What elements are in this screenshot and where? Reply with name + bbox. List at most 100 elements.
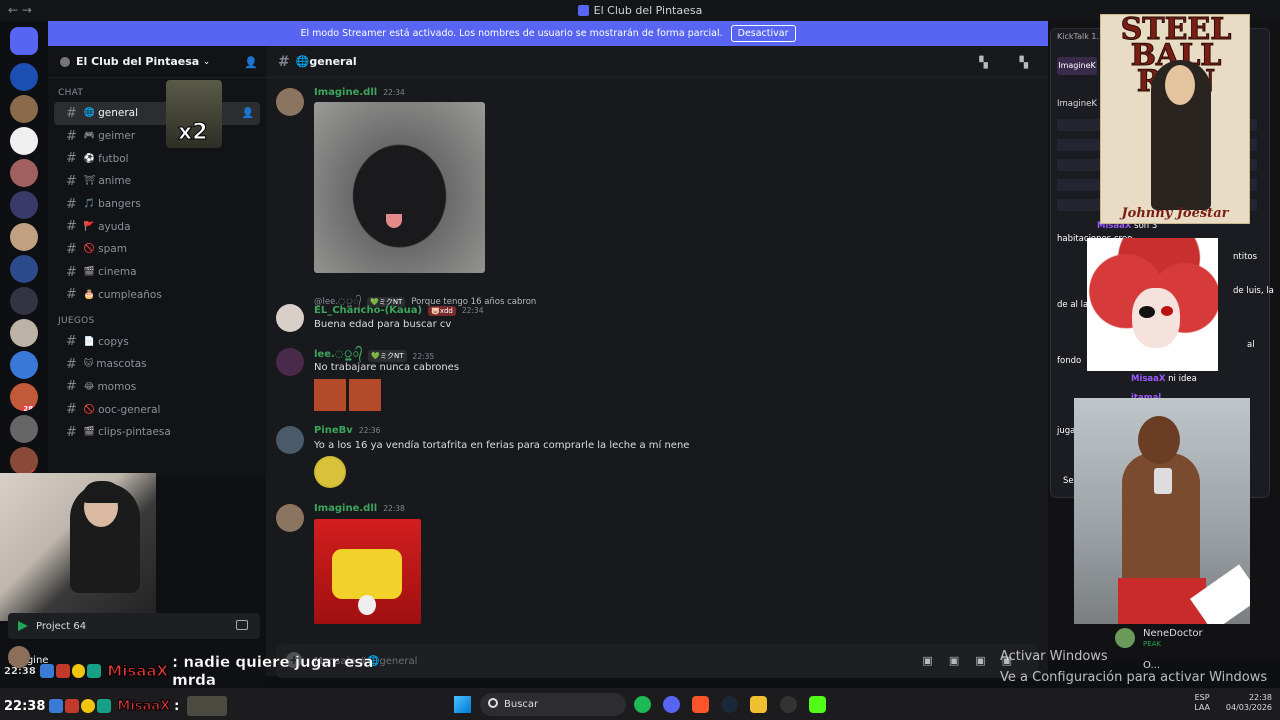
- voice-activity-label: Project 64: [36, 620, 87, 632]
- server-icon[interactable]: [10, 415, 38, 443]
- server-icon[interactable]: 281: [10, 383, 38, 411]
- avatar[interactable]: [276, 88, 304, 116]
- brave-icon[interactable]: [692, 696, 709, 713]
- server-icon[interactable]: 6: [10, 447, 38, 475]
- channel-ayuda[interactable]: # 🚩 ayuda: [54, 215, 260, 238]
- server-icon[interactable]: [10, 351, 38, 379]
- phone-icon: [1154, 468, 1172, 494]
- deactivate-button[interactable]: Desactivar: [730, 25, 796, 42]
- avatar[interactable]: [276, 348, 304, 376]
- discord-icon[interactable]: [663, 696, 680, 713]
- avatar[interactable]: [276, 304, 304, 332]
- discord-home-icon[interactable]: [10, 27, 38, 55]
- badge-icon: [55, 664, 70, 678]
- search-label: Buscar: [504, 699, 539, 710]
- server-name: El Club del Pintaesa: [76, 55, 200, 68]
- simpsons-image[interactable]: [314, 519, 421, 624]
- avatar[interactable]: [276, 426, 304, 454]
- server-icon[interactable]: [10, 287, 38, 315]
- chat-text: ni idea: [1168, 374, 1197, 384]
- anime-character-image: [1087, 238, 1218, 371]
- voice-activity-bar[interactable]: Project 64: [8, 613, 260, 639]
- taskbar-clock[interactable]: 22:38 04/03/2026: [1226, 693, 1272, 713]
- message-username[interactable]: PineBv: [314, 425, 353, 436]
- hash-icon: #: [66, 379, 77, 395]
- avatar[interactable]: [276, 504, 304, 532]
- channel-clips-pintaesa[interactable]: # 🎬 clips-pintaesa: [54, 421, 260, 444]
- channel-general[interactable]: # 🌐 general 👤: [54, 102, 260, 125]
- channel-name: anime: [98, 175, 132, 188]
- overlay-time: 22:38: [4, 665, 36, 677]
- invite-icon[interactable]: 👤: [244, 56, 258, 69]
- channel-momos[interactable]: # 😂 momos: [54, 376, 260, 399]
- channel-name: general: [98, 107, 139, 120]
- channel-mascotas[interactable]: # 🐱 mascotas: [54, 353, 260, 376]
- category-header[interactable]: CHAT: [48, 88, 266, 102]
- chat-username: MisaaX: [1131, 374, 1166, 384]
- spotify-icon[interactable]: [634, 696, 651, 713]
- channel-futbol[interactable]: # ⚽ futbol: [54, 147, 260, 170]
- folder-icon[interactable]: [750, 696, 767, 713]
- emoji-sticker[interactable]: [314, 379, 346, 411]
- webcam-overlay-left: [0, 473, 156, 621]
- app-icon[interactable]: [780, 696, 797, 713]
- taskbar-search[interactable]: Buscar: [480, 693, 626, 716]
- message-username[interactable]: EL_Chancho-(Kaua): [314, 305, 422, 316]
- clock-date: 04/03/2026: [1225, 703, 1272, 712]
- hash-icon: #: [66, 151, 77, 167]
- windows-start-icon[interactable]: [454, 696, 471, 713]
- back-forward-icon[interactable]: ← →: [8, 3, 32, 17]
- puppy-image[interactable]: [314, 102, 485, 273]
- server-icon[interactable]: [10, 159, 38, 187]
- category-header[interactable]: JUEGOS: [48, 316, 266, 330]
- server-icon[interactable]: [10, 63, 38, 91]
- channel-cumpleaños[interactable]: # 🎂 cumpleaños: [54, 284, 260, 307]
- message-time: 22:34: [383, 88, 405, 97]
- unread-badge: 281: [21, 405, 38, 411]
- header-tools[interactable]: ▚ ▚: [979, 56, 1042, 69]
- channel-emoji: 🎵: [83, 199, 96, 210]
- server-icon[interactable]: [10, 95, 38, 123]
- server-icon[interactable]: [10, 191, 38, 219]
- cat-emote-image: [187, 696, 228, 716]
- channel-name: momos: [97, 380, 137, 393]
- poster-face: [1165, 65, 1195, 105]
- channel-spam[interactable]: # 🚫 spam: [54, 238, 260, 261]
- badge-icon: [39, 664, 54, 678]
- hash-icon: #: [66, 424, 77, 440]
- emoji-sticker[interactable]: [349, 379, 381, 411]
- kick-icon[interactable]: [809, 696, 826, 713]
- user-tag: 🐷xdd: [428, 305, 456, 316]
- server-header[interactable]: El Club del Pintaesa ⌄ 👤: [48, 46, 266, 78]
- language-indicator[interactable]: ESP LAA: [1194, 693, 1210, 713]
- avatar: [1115, 628, 1135, 648]
- screen-share-icon[interactable]: [236, 620, 248, 630]
- message-text: Buena edad para buscar cv: [314, 319, 452, 330]
- add-member-icon[interactable]: 👤: [242, 108, 254, 119]
- kicktalk-tab[interactable]: ImagineK: [1057, 57, 1097, 75]
- discord-app-icon: [577, 5, 589, 16]
- channel-copys[interactable]: # 📄 copys: [54, 330, 260, 353]
- channel-emoji: 🚩: [83, 221, 96, 232]
- server-icon[interactable]: [10, 255, 38, 283]
- channel-ooc-general[interactable]: # 🚫 ooc-general: [54, 398, 260, 421]
- steel-ball-run-poster: STEEL BALL RUN Johnny Joestar: [1100, 14, 1250, 224]
- server-icon[interactable]: [10, 127, 38, 155]
- channel-geimer[interactable]: # 🎮 geimer: [54, 125, 260, 148]
- server-icon[interactable]: [10, 223, 38, 251]
- channel-header: # 🌐general ▚ ▚: [266, 46, 1048, 78]
- message-username[interactable]: Imagine.dll: [314, 503, 377, 514]
- server-icon[interactable]: [10, 319, 38, 347]
- channel-name: geimer: [98, 130, 136, 143]
- chat-text: fondo: [1057, 356, 1082, 366]
- channel-cinema[interactable]: # 🎬 cinema: [54, 261, 260, 284]
- emoji-sticker[interactable]: [314, 456, 346, 488]
- channel-bangers[interactable]: # 🎵 bangers: [54, 193, 260, 216]
- message-time: 22:36: [358, 426, 381, 435]
- message-username[interactable]: Imagine.dll: [314, 87, 377, 98]
- channel-anime[interactable]: # ⛩ anime: [54, 170, 260, 193]
- streamer-mode-banner: El modo Streamer está activado. Los nomb…: [48, 21, 1048, 46]
- chevron-down-icon: ⌄: [203, 57, 210, 66]
- channel-name: spam: [98, 243, 127, 256]
- steam-icon[interactable]: [721, 696, 738, 713]
